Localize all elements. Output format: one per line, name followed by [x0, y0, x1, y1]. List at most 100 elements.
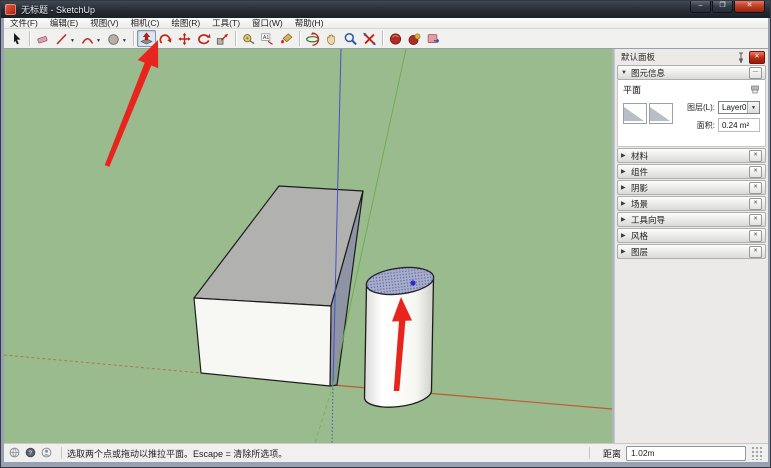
- menu-window[interactable]: 窗口(W): [246, 17, 289, 29]
- tape-measure-tool[interactable]: [239, 30, 258, 47]
- window-controls: – ❐ ✕: [689, 0, 765, 13]
- section-instructor[interactable]: ▶工具向导✕: [617, 212, 766, 227]
- tape-icon: [241, 32, 256, 46]
- toolbar-separator: [29, 31, 30, 46]
- menu-bar: 文件(F)编辑(E)视图(V)相机(C)绘图(R)工具(T)窗口(W)帮助(H): [4, 18, 768, 29]
- panel-close-icon[interactable]: ✕: [749, 51, 765, 64]
- share-model-tool[interactable]: [424, 30, 443, 47]
- menu-camera[interactable]: 相机(C): [125, 17, 166, 29]
- maximize-button[interactable]: ❐: [712, 0, 733, 13]
- credits-icon[interactable]: ?: [25, 447, 36, 460]
- section-components[interactable]: ▶组件✕: [617, 164, 766, 179]
- rotate-tool[interactable]: [194, 30, 213, 47]
- viewport[interactable]: [4, 49, 612, 443]
- line-icon: [54, 32, 69, 46]
- minimize-button[interactable]: –: [690, 0, 711, 13]
- pan-tool[interactable]: [322, 30, 341, 47]
- details-toggle-icon[interactable]: [750, 81, 760, 99]
- select-tool[interactable]: [7, 30, 26, 47]
- model-library-tool-2[interactable]: [405, 30, 424, 47]
- scale-tool[interactable]: [213, 30, 232, 47]
- circle-tool[interactable]: [104, 30, 123, 47]
- zoom-tool[interactable]: [341, 30, 360, 47]
- arc-icon: [80, 32, 95, 46]
- area-label: 面积:: [679, 120, 715, 131]
- section-instructor-close-icon[interactable]: ✕: [749, 214, 762, 226]
- chevron-down-icon: ▼: [621, 70, 628, 76]
- follow-me-tool[interactable]: [156, 30, 175, 47]
- menu-tools[interactable]: 工具(T): [206, 17, 246, 29]
- box-front-face[interactable]: [194, 298, 331, 386]
- section-shadows-close-icon[interactable]: ✕: [749, 182, 762, 194]
- zoom-extents-tool[interactable]: [360, 30, 379, 47]
- face-swatches: [623, 101, 673, 136]
- menu-edit[interactable]: 编辑(E): [44, 17, 84, 29]
- section-components-label: 组件: [631, 166, 749, 178]
- viewport-canvas[interactable]: [4, 49, 612, 443]
- section-styles[interactable]: ▶风格✕: [617, 228, 766, 243]
- chevron-right-icon: ▶: [621, 216, 628, 223]
- section-instructor-label: 工具向导: [631, 214, 749, 226]
- menu-view[interactable]: 视图(V): [84, 17, 124, 29]
- eraser-tool[interactable]: [33, 30, 52, 47]
- section-materials-close-icon[interactable]: ✕: [749, 150, 762, 162]
- measurement-input[interactable]: 1.02m: [626, 446, 746, 461]
- paint-bucket-tool[interactable]: [277, 30, 296, 47]
- section-scenes-close-icon[interactable]: ✕: [749, 198, 762, 210]
- menu-file[interactable]: 文件(F): [4, 17, 44, 29]
- layer-dropdown[interactable]: Layer0 ▼: [718, 101, 760, 114]
- section-layers[interactable]: ▶图层✕: [617, 244, 766, 259]
- section-scenes[interactable]: ▶场景✕: [617, 196, 766, 211]
- area-value: 0.24 m²: [718, 118, 760, 132]
- close-button[interactable]: ✕: [734, 0, 765, 13]
- front-face-swatch[interactable]: [623, 103, 647, 124]
- toolbar-separator: [235, 31, 236, 46]
- back-face-swatch[interactable]: [649, 103, 673, 124]
- svg-text:A1: A1: [263, 35, 269, 41]
- dimension-icon: A1: [260, 32, 275, 46]
- pushpull-icon: [139, 32, 154, 46]
- selection-dot: [410, 280, 415, 285]
- collapse-icon[interactable]: —: [749, 67, 762, 79]
- move-tool[interactable]: [175, 30, 194, 47]
- section-materials[interactable]: ▶材料✕: [617, 148, 766, 163]
- measurement-label: 距离: [603, 447, 621, 460]
- menu-draw[interactable]: 绘图(R): [165, 17, 206, 29]
- section-entity-info[interactable]: ▼ 图元信息 —: [617, 65, 766, 80]
- paint-icon: [279, 32, 294, 46]
- line-tool[interactable]: [52, 30, 71, 47]
- arc-tool-dropdown[interactable]: ▼: [96, 38, 101, 44]
- model-library-tool-1[interactable]: [386, 30, 405, 47]
- orbit-tool[interactable]: [303, 30, 322, 47]
- status-message: 选取两个点或拖动以推拉平面。Escape = 清除所选项。: [67, 447, 584, 460]
- move-icon: [177, 32, 192, 46]
- wh1-icon: [388, 32, 403, 46]
- chevron-right-icon: ▶: [621, 232, 628, 239]
- resize-grip-icon[interactable]: [751, 446, 763, 460]
- arc-tool[interactable]: [78, 30, 97, 47]
- scale-icon: [215, 32, 230, 46]
- panel-title: 默认面板: [621, 51, 736, 63]
- circle-tool-dropdown[interactable]: ▼: [122, 38, 127, 44]
- title-bar: 无标题 - SketchUp: [0, 0, 771, 18]
- geolocation-icon[interactable]: [9, 447, 20, 460]
- pin-icon[interactable]: [736, 52, 746, 63]
- eraser-icon: [35, 32, 50, 46]
- section-shadows[interactable]: ▶阴影✕: [617, 180, 766, 195]
- section-layers-close-icon[interactable]: ✕: [749, 246, 762, 258]
- section-styles-label: 风格: [631, 230, 749, 242]
- signin-icon[interactable]: [41, 447, 52, 460]
- sketchup-app-icon: [5, 4, 16, 15]
- chevron-down-icon[interactable]: ▼: [747, 102, 759, 113]
- dimension-tool[interactable]: A1: [258, 30, 277, 47]
- divider: [61, 447, 62, 459]
- section-styles-close-icon[interactable]: ✕: [749, 230, 762, 242]
- entity-info-header: 图元信息: [631, 67, 749, 79]
- section-components-close-icon[interactable]: ✕: [749, 166, 762, 178]
- line-tool-dropdown[interactable]: ▼: [70, 38, 75, 44]
- followme-icon: [158, 32, 173, 46]
- circle-icon: [106, 32, 121, 46]
- menu-help[interactable]: 帮助(H): [289, 17, 330, 29]
- push-pull-tool[interactable]: [137, 30, 156, 47]
- status-icons: ?: [9, 447, 52, 460]
